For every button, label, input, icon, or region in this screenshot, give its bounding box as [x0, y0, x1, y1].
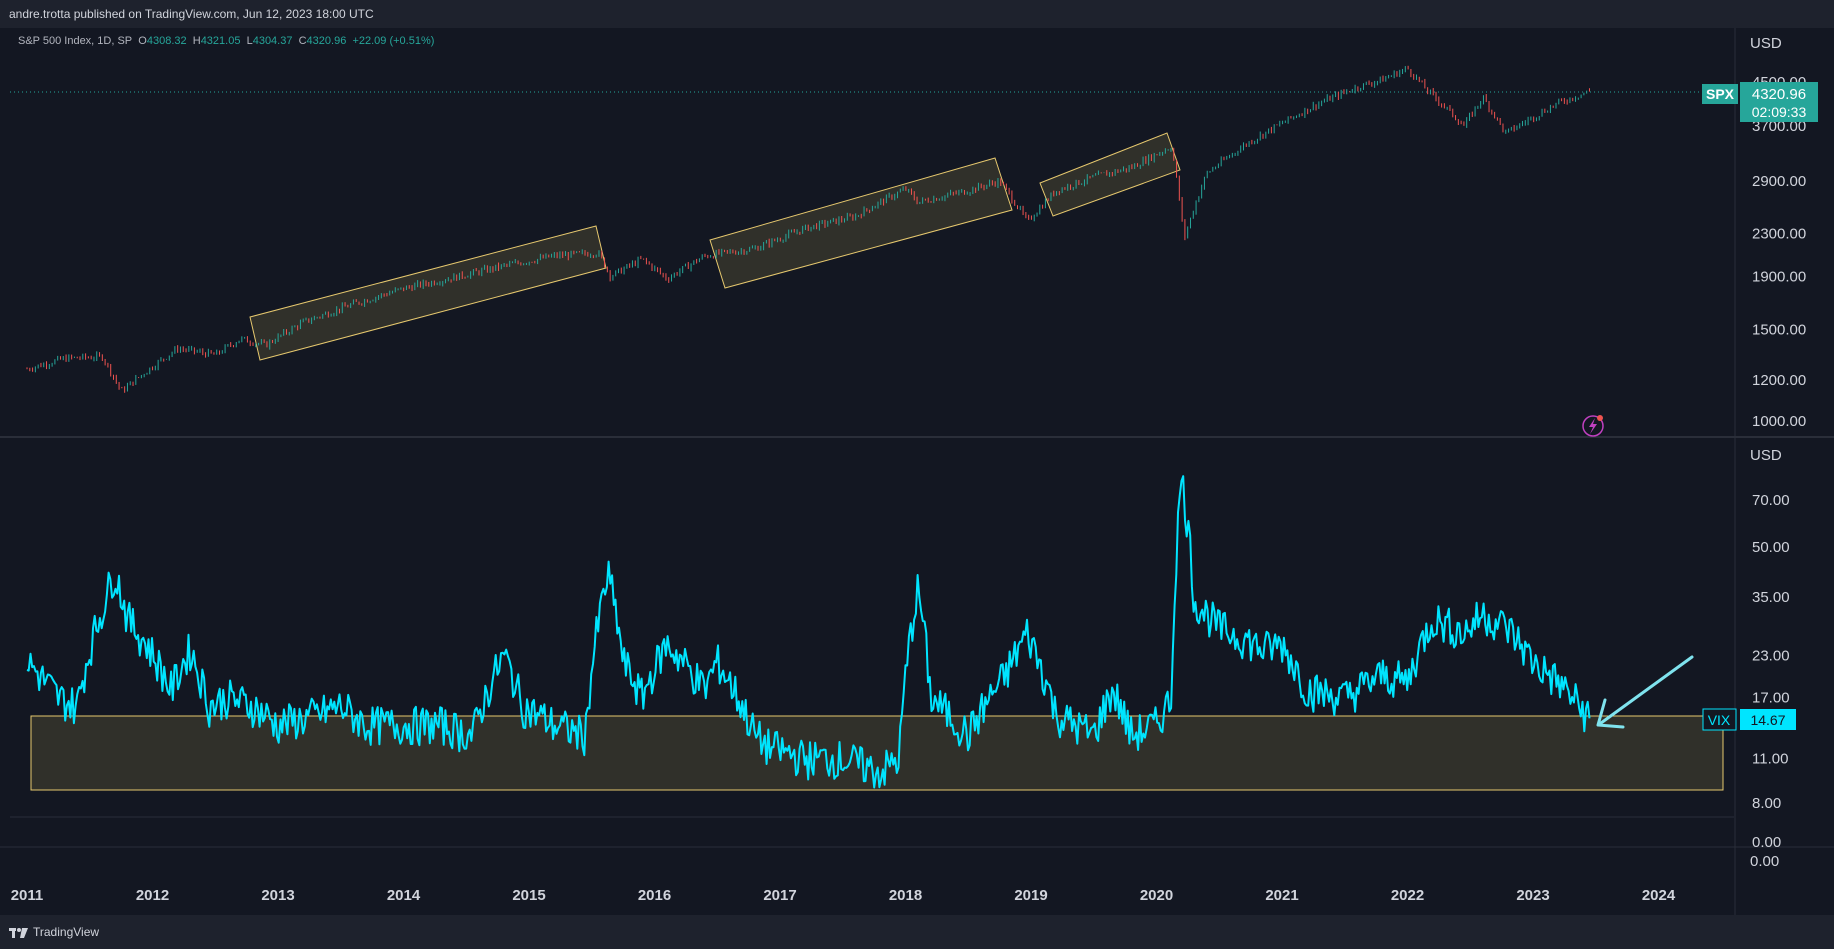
price-tick-label: 8.00	[1752, 795, 1781, 812]
price-tick-label: 1000.00	[1752, 413, 1806, 430]
price-tick-label: 17.00	[1752, 690, 1790, 707]
price-tick-label: 23.00	[1752, 647, 1790, 664]
publish-info: andre.trotta published on TradingView.co…	[9, 7, 374, 21]
price-tick-label: 50.00	[1752, 539, 1790, 556]
vix-price-axis[interactable]: 0.00 8.00 11.00 17.00 23.00 35.00 50.00 70.00	[1752, 492, 1790, 851]
bottom-zero-label: 0.00	[1750, 853, 1779, 870]
price-tick-label: 2900.00	[1752, 173, 1806, 190]
time-axis[interactable]: 2011 2012 2013 2014 2015 2016 2017 2018 2019 2020…	[11, 887, 1676, 904]
time-tick-label: 2011	[11, 887, 44, 904]
time-tick-label: 2019	[1014, 887, 1047, 904]
tradingview-brand[interactable]: TradingView	[9, 925, 99, 939]
vix-low-zone-box[interactable]	[31, 716, 1723, 790]
price-tick-label: 11.00	[1752, 751, 1788, 768]
price-tick-label: 2300.00	[1752, 225, 1806, 242]
price-tick-label: 1500.00	[1752, 322, 1806, 339]
time-tick-label: 2012	[136, 887, 169, 904]
time-tick-label: 2023	[1516, 887, 1549, 904]
price-tick-label: 1900.00	[1752, 268, 1806, 285]
price-tick-label: 70.00	[1752, 492, 1790, 509]
spx-last-value: 4320.96	[1752, 86, 1806, 103]
spx-countdown: 02:09:33	[1752, 104, 1807, 120]
time-tick-label: 2015	[512, 887, 545, 904]
vix-last-value: 14.67	[1750, 712, 1785, 728]
time-tick-label: 2013	[261, 887, 294, 904]
alert-bolt-icon[interactable]	[1583, 415, 1603, 436]
channel-box-1[interactable]	[250, 226, 606, 360]
time-tick-label: 2024	[1642, 887, 1676, 904]
chart-canvas[interactable]: 1000.00 1200.00 1500.00 1900.00 2300.00 2900.…	[0, 28, 1834, 915]
vix-currency-label: USD	[1750, 447, 1782, 464]
price-tick-label: 1200.00	[1752, 372, 1806, 389]
spx-currency-label: USD	[1750, 35, 1782, 52]
spx-symbol-badge-label: SPX	[1706, 86, 1735, 102]
price-tick-label: 35.00	[1752, 589, 1790, 606]
time-tick-label: 2016	[638, 887, 671, 904]
time-tick-label: 2017	[763, 887, 796, 904]
vix-symbol-badge-label: VIX	[1708, 712, 1731, 728]
channel-box-2[interactable]	[710, 158, 1012, 288]
spx-price-series	[27, 66, 1589, 393]
time-tick-label: 2020	[1140, 887, 1173, 904]
price-tick-label: 0.00	[1752, 834, 1781, 851]
footer-bar	[0, 915, 1834, 949]
time-tick-label: 2018	[889, 887, 922, 904]
time-tick-label: 2021	[1265, 887, 1298, 904]
time-tick-label: 2014	[387, 887, 421, 904]
spx-price-axis[interactable]: 1000.00 1200.00 1500.00 1900.00 2300.00 2900.…	[1752, 74, 1806, 430]
time-tick-label: 2022	[1391, 887, 1424, 904]
tradingview-logo-icon	[9, 927, 29, 937]
tradingview-brand-label: TradingView	[33, 925, 99, 939]
